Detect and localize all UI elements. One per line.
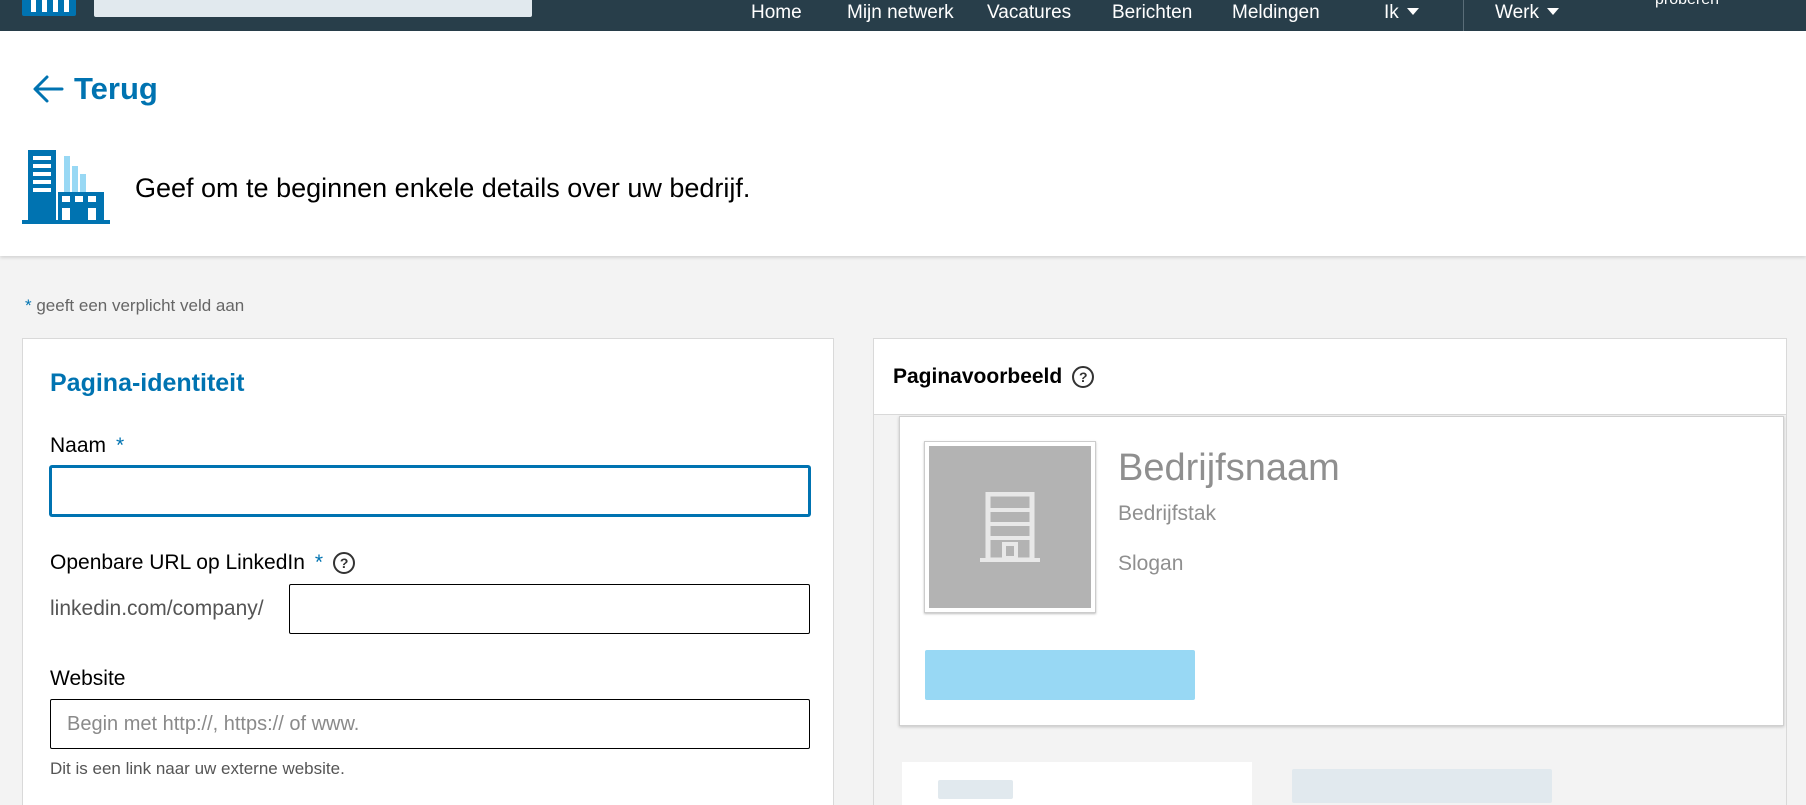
url-input[interactable] xyxy=(289,584,810,634)
back-button[interactable]: Terug xyxy=(32,71,158,107)
required-star: * xyxy=(25,296,32,315)
required-star: * xyxy=(314,551,324,574)
nav-home[interactable]: Home xyxy=(751,2,802,24)
company-name-preview: Bedrijfsnaam xyxy=(1118,447,1340,489)
nav-jobs[interactable]: Vacatures xyxy=(987,2,1071,24)
follow-button-placeholder xyxy=(925,650,1195,700)
name-input[interactable] xyxy=(50,466,810,516)
nav-my-network[interactable]: Mijn netwerk xyxy=(847,2,954,24)
page-identity-card: Pagina-identiteit Naam * Openbare URL op… xyxy=(22,338,834,805)
help-icon[interactable]: ? xyxy=(1072,366,1095,388)
chevron-down-icon xyxy=(1406,8,1419,15)
top-navigation: Home Mijn netwerk Vacatures Berichten Me… xyxy=(0,0,1806,31)
preview-title-text: Paginavoorbeeld xyxy=(893,365,1063,388)
url-prefix: linkedin.com/company/ xyxy=(50,597,264,620)
linkedin-logo[interactable] xyxy=(22,0,76,16)
preview-header: Paginavoorbeeld ? xyxy=(874,339,1786,415)
company-industry-preview: Bedrijfstak xyxy=(1118,502,1217,525)
company-logo-placeholder xyxy=(924,441,1096,613)
name-label: Naam * xyxy=(50,434,124,458)
arrow-left-icon xyxy=(33,75,64,103)
building-icon xyxy=(22,150,110,224)
skeleton-bar xyxy=(938,780,1013,799)
website-hint: Dit is een link naar uw externe website. xyxy=(50,759,345,778)
preview-title: Paginavoorbeeld ? xyxy=(893,365,1095,389)
search-input[interactable] xyxy=(94,0,532,17)
url-label-text: Openbare URL op LinkedIn xyxy=(50,551,305,574)
nav-try-premium[interactable]: proberen xyxy=(1655,0,1719,9)
nav-me[interactable]: Ik xyxy=(1384,2,1419,24)
company-slogan-preview: Slogan xyxy=(1118,552,1184,575)
company-preview-card: Bedrijfsnaam Bedrijfstak Slogan xyxy=(899,416,1784,726)
nav-work-label: Werk xyxy=(1495,2,1539,23)
required-note: * geeft een verplicht veld aan xyxy=(25,296,244,316)
page-preview-panel: Paginavoorbeeld ? Bedrijfsnaam Bedrijfst… xyxy=(873,338,1787,805)
website-input[interactable] xyxy=(50,699,810,749)
nav-divider xyxy=(1463,0,1464,31)
chevron-down-icon xyxy=(1546,8,1559,15)
skeleton-bar xyxy=(1292,769,1552,803)
building-icon xyxy=(980,492,1040,562)
required-note-text: geeft een verplicht veld aan xyxy=(31,296,245,315)
nav-notifications[interactable]: Meldingen xyxy=(1232,2,1320,24)
website-label-text: Website xyxy=(50,667,126,690)
page-intro: Geef om te beginnen enkele details over … xyxy=(135,173,751,203)
required-star: * xyxy=(116,434,125,457)
section-title: Pagina-identiteit xyxy=(50,369,245,397)
name-label-text: Naam xyxy=(50,434,107,457)
nav-work[interactable]: Werk xyxy=(1495,2,1559,24)
website-label: Website xyxy=(50,667,125,691)
back-label: Terug xyxy=(74,71,158,106)
nav-me-label: Ik xyxy=(1384,2,1399,23)
nav-messages[interactable]: Berichten xyxy=(1112,2,1192,24)
header-panel xyxy=(0,31,1806,256)
help-icon[interactable]: ? xyxy=(333,552,356,574)
logo-inner xyxy=(929,446,1091,608)
url-label: Openbare URL op LinkedIn * ? xyxy=(50,551,356,575)
